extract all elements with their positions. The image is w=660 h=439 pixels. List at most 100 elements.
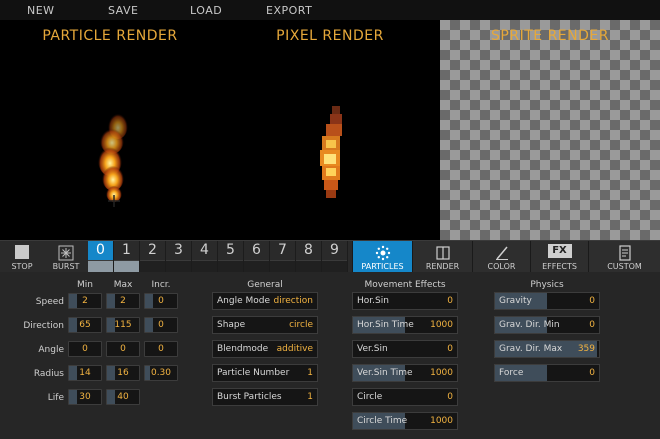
emitter-tab-6-label: 6 bbox=[252, 242, 261, 258]
movement-effects-header: Movement Effects bbox=[364, 280, 446, 290]
force-slider[interactable]: Force 0 bbox=[494, 364, 600, 382]
emitter-tab-0-label: 0 bbox=[96, 242, 105, 258]
direction-min-field[interactable]: 65 bbox=[68, 317, 102, 333]
incr-header: Incr. bbox=[151, 280, 171, 290]
pixel-fire-effect bbox=[320, 106, 342, 198]
custom-icon bbox=[618, 245, 631, 261]
grav-dir-max-value: 359 bbox=[577, 344, 595, 354]
radius-min-field[interactable]: 14 bbox=[68, 365, 102, 381]
life-min-value: 30 bbox=[79, 392, 91, 402]
speed-min-field[interactable]: 2 bbox=[68, 293, 102, 309]
stop-button[interactable]: STOP bbox=[0, 241, 44, 273]
particle-render-pane[interactable]: PARTICLE RENDER bbox=[0, 20, 220, 240]
hor-sin-slider[interactable]: Hor.Sin 0 bbox=[352, 292, 458, 310]
life-min-field[interactable]: 30 bbox=[68, 389, 102, 405]
direction-incr-field[interactable]: 0 bbox=[144, 317, 178, 333]
circle-time-slider[interactable]: Circle Time 1000 bbox=[352, 412, 458, 430]
emitter-tab-9[interactable]: 9 bbox=[322, 241, 348, 273]
sprite-render-title: SPRITE RENDER bbox=[491, 28, 609, 44]
pixel-render-pane[interactable]: PIXEL RENDER bbox=[220, 20, 440, 240]
emitter-tab-8[interactable]: 8 bbox=[296, 241, 322, 273]
emitter-tab-4[interactable]: 4 bbox=[192, 241, 218, 273]
circle-time-value: 1000 bbox=[430, 416, 453, 426]
life-max-field[interactable]: 40 bbox=[106, 389, 140, 405]
tab-color[interactable]: COLOR bbox=[472, 241, 530, 273]
sprite-render-pane[interactable]: SPRITE RENDER bbox=[440, 20, 660, 240]
grav-dir-min-slider[interactable]: Grav. Dir. Min 0 bbox=[494, 316, 600, 334]
emitter-tab-5[interactable]: 5 bbox=[218, 241, 244, 273]
direction-max-field[interactable]: 115 bbox=[106, 317, 140, 333]
radius-incr-field[interactable]: 0.30 bbox=[144, 365, 178, 381]
life-label: Life bbox=[47, 393, 64, 403]
burst-particles-field[interactable]: Burst Particles 1 bbox=[212, 388, 318, 406]
speed-max-value: 2 bbox=[120, 296, 126, 306]
speed-label: Speed bbox=[35, 297, 64, 307]
angle-min-field[interactable]: 0 bbox=[68, 341, 102, 357]
menu-export[interactable]: EXPORT bbox=[266, 4, 312, 17]
render-icon bbox=[435, 246, 450, 260]
hor-sin-time-slider[interactable]: Hor.Sin Time 1000 bbox=[352, 316, 458, 334]
ver-sin-label: Ver.Sin bbox=[357, 344, 388, 354]
emitter-tab-7[interactable]: 7 bbox=[270, 241, 296, 273]
angle-mode-select[interactable]: Angle Mode direction bbox=[212, 292, 318, 310]
ver-sin-time-label: Ver.Sin Time bbox=[357, 368, 413, 378]
hor-sin-time-value: 1000 bbox=[430, 320, 453, 330]
angle-incr-field[interactable]: 0 bbox=[144, 341, 178, 357]
speed-max-field[interactable]: 2 bbox=[106, 293, 140, 309]
effects-label: EFFECTS bbox=[542, 262, 577, 271]
fx-icon: FX bbox=[547, 244, 572, 258]
ver-sin-time-slider[interactable]: Ver.Sin Time 1000 bbox=[352, 364, 458, 382]
tab-particles[interactable]: PARTICLES bbox=[352, 241, 412, 273]
particle-render-title: PARTICLE RENDER bbox=[42, 28, 178, 44]
shape-select[interactable]: Shape circle bbox=[212, 316, 318, 334]
grav-dir-min-label: Grav. Dir. Min bbox=[499, 320, 560, 330]
circle-slider[interactable]: Circle 0 bbox=[352, 388, 458, 406]
emitter-tab-9-label: 9 bbox=[330, 242, 339, 258]
circle-label: Circle bbox=[357, 392, 383, 402]
menu-save[interactable]: SAVE bbox=[108, 4, 138, 17]
burst-button[interactable]: BURST bbox=[44, 241, 88, 273]
radius-max-value: 16 bbox=[117, 368, 129, 378]
direction-label: Direction bbox=[23, 321, 64, 331]
tab-custom[interactable]: CUSTOM bbox=[588, 241, 660, 273]
emitter-tab-5-label: 5 bbox=[226, 242, 235, 258]
shape-value: circle bbox=[289, 320, 313, 330]
emitter-tab-3-label: 3 bbox=[174, 242, 183, 258]
angle-mode-label: Angle Mode bbox=[217, 296, 270, 306]
emitter-tab-1[interactable]: 1 bbox=[114, 241, 140, 273]
emitter-tab-3[interactable]: 3 bbox=[166, 241, 192, 273]
emitter-tab-4-label: 4 bbox=[200, 242, 209, 258]
gravity-label: Gravity bbox=[499, 296, 532, 306]
hor-sin-value: 0 bbox=[447, 296, 453, 306]
stop-icon bbox=[15, 245, 29, 259]
shape-label: Shape bbox=[217, 320, 246, 330]
burst-label: BURST bbox=[52, 262, 80, 271]
grav-dir-max-slider[interactable]: Grav. Dir. Max 359 bbox=[494, 340, 600, 358]
angle-max-value: 0 bbox=[120, 344, 126, 354]
radius-max-field[interactable]: 16 bbox=[106, 365, 140, 381]
tab-render[interactable]: RENDER bbox=[412, 241, 472, 273]
gravity-slider[interactable]: Gravity 0 bbox=[494, 292, 600, 310]
emitter-tab-6[interactable]: 6 bbox=[244, 241, 270, 273]
max-header: Max bbox=[113, 280, 133, 290]
angle-max-field[interactable]: 0 bbox=[106, 341, 140, 357]
blendmode-select[interactable]: Blendmode additive bbox=[212, 340, 318, 358]
emitter-crosshair-icon[interactable] bbox=[108, 195, 120, 207]
emitter-tab-0[interactable]: 0 bbox=[88, 241, 114, 273]
particles-icon bbox=[375, 245, 390, 261]
menu-new[interactable]: NEW bbox=[27, 4, 55, 17]
angle-min-value: 0 bbox=[82, 344, 88, 354]
circle-time-label: Circle Time bbox=[357, 416, 408, 426]
speed-incr-field[interactable]: 0 bbox=[144, 293, 178, 309]
toolbar: STOP BURST 0 1 2 3 4 5 6 7 8 9 PARTICLES bbox=[0, 240, 660, 273]
particle-number-field[interactable]: Particle Number 1 bbox=[212, 364, 318, 382]
ver-sin-slider[interactable]: Ver.Sin 0 bbox=[352, 340, 458, 358]
emitter-tab-2[interactable]: 2 bbox=[140, 241, 166, 273]
direction-min-value: 65 bbox=[79, 320, 91, 330]
menu-load[interactable]: LOAD bbox=[190, 4, 222, 17]
emitter-tab-8-label: 8 bbox=[304, 242, 313, 258]
tab-effects[interactable]: FX EFFECTS bbox=[530, 241, 588, 273]
force-label: Force bbox=[499, 368, 524, 378]
speed-incr-value: 0 bbox=[158, 296, 164, 306]
color-label: COLOR bbox=[487, 262, 516, 271]
